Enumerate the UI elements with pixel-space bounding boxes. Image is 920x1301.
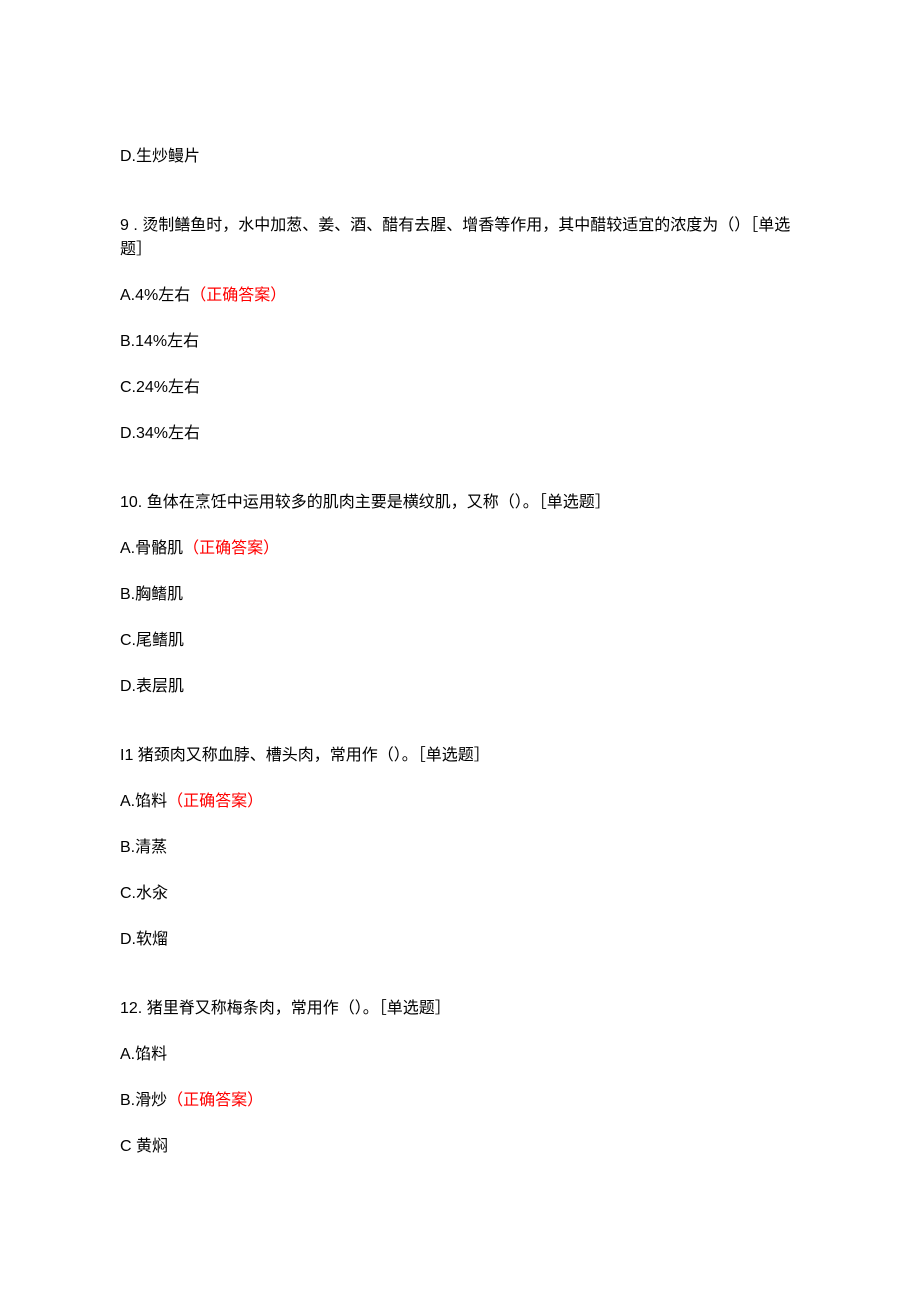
q12-option-b: B.滑炒（正确答案） bbox=[120, 1089, 800, 1113]
q12-option-c: C 黄焖 bbox=[120, 1135, 800, 1159]
q9-option-c: C.24%左右 bbox=[120, 376, 800, 400]
q11-option-c: C.水汆 bbox=[120, 882, 800, 906]
q10-option-a-correct: （正确答案） bbox=[183, 540, 279, 557]
q9-stem: 9 . 烫制鳝鱼时，水中加葱、姜、酒、醋有去腥、增香等作用，其中醋较适宜的浓度为… bbox=[120, 214, 800, 262]
q9-option-b: B.14%左右 bbox=[120, 330, 800, 354]
q8-option-d: D.生炒鳗片 bbox=[120, 145, 800, 169]
q12-option-b-text: B.滑炒 bbox=[120, 1092, 167, 1109]
q9-option-a-text: A.4%左右 bbox=[120, 287, 190, 304]
q10-option-a-text: A.骨骼肌 bbox=[120, 540, 183, 557]
q12-option-a: A.馅料 bbox=[120, 1043, 800, 1067]
q9-option-a: A.4%左右（正确答案） bbox=[120, 284, 800, 308]
q10-option-b: B.胸鳍肌 bbox=[120, 583, 800, 607]
q12-stem: 12. 猪里脊又称梅条肉，常用作（）。［单选题］ bbox=[120, 997, 800, 1021]
q11-option-a-correct: （正确答案） bbox=[167, 793, 263, 810]
q12-option-b-correct: （正确答案） bbox=[167, 1092, 263, 1109]
q11-option-a-text: A.馅料 bbox=[120, 793, 167, 810]
q10-option-a: A.骨骼肌（正确答案） bbox=[120, 537, 800, 561]
q11-option-a: A.馅料（正确答案） bbox=[120, 790, 800, 814]
q10-option-c: C.尾鳍肌 bbox=[120, 629, 800, 653]
q11-option-b: B.清蒸 bbox=[120, 836, 800, 860]
q11-option-d: D.软熘 bbox=[120, 928, 800, 952]
document-page: D.生炒鳗片 9 . 烫制鳝鱼时，水中加葱、姜、酒、醋有去腥、增香等作用，其中醋… bbox=[0, 0, 920, 1271]
q10-stem: 10. 鱼体在烹饪中运用较多的肌肉主要是横纹肌，又称（）。［单选题］ bbox=[120, 491, 800, 515]
q11-stem: I1 猪颈肉又称血脖、槽头肉，常用作（）。［单选题］ bbox=[120, 744, 800, 768]
q10-option-d: D.表层肌 bbox=[120, 675, 800, 699]
q9-option-a-correct: （正确答案） bbox=[190, 287, 286, 304]
q9-option-d: D.34%左右 bbox=[120, 422, 800, 446]
